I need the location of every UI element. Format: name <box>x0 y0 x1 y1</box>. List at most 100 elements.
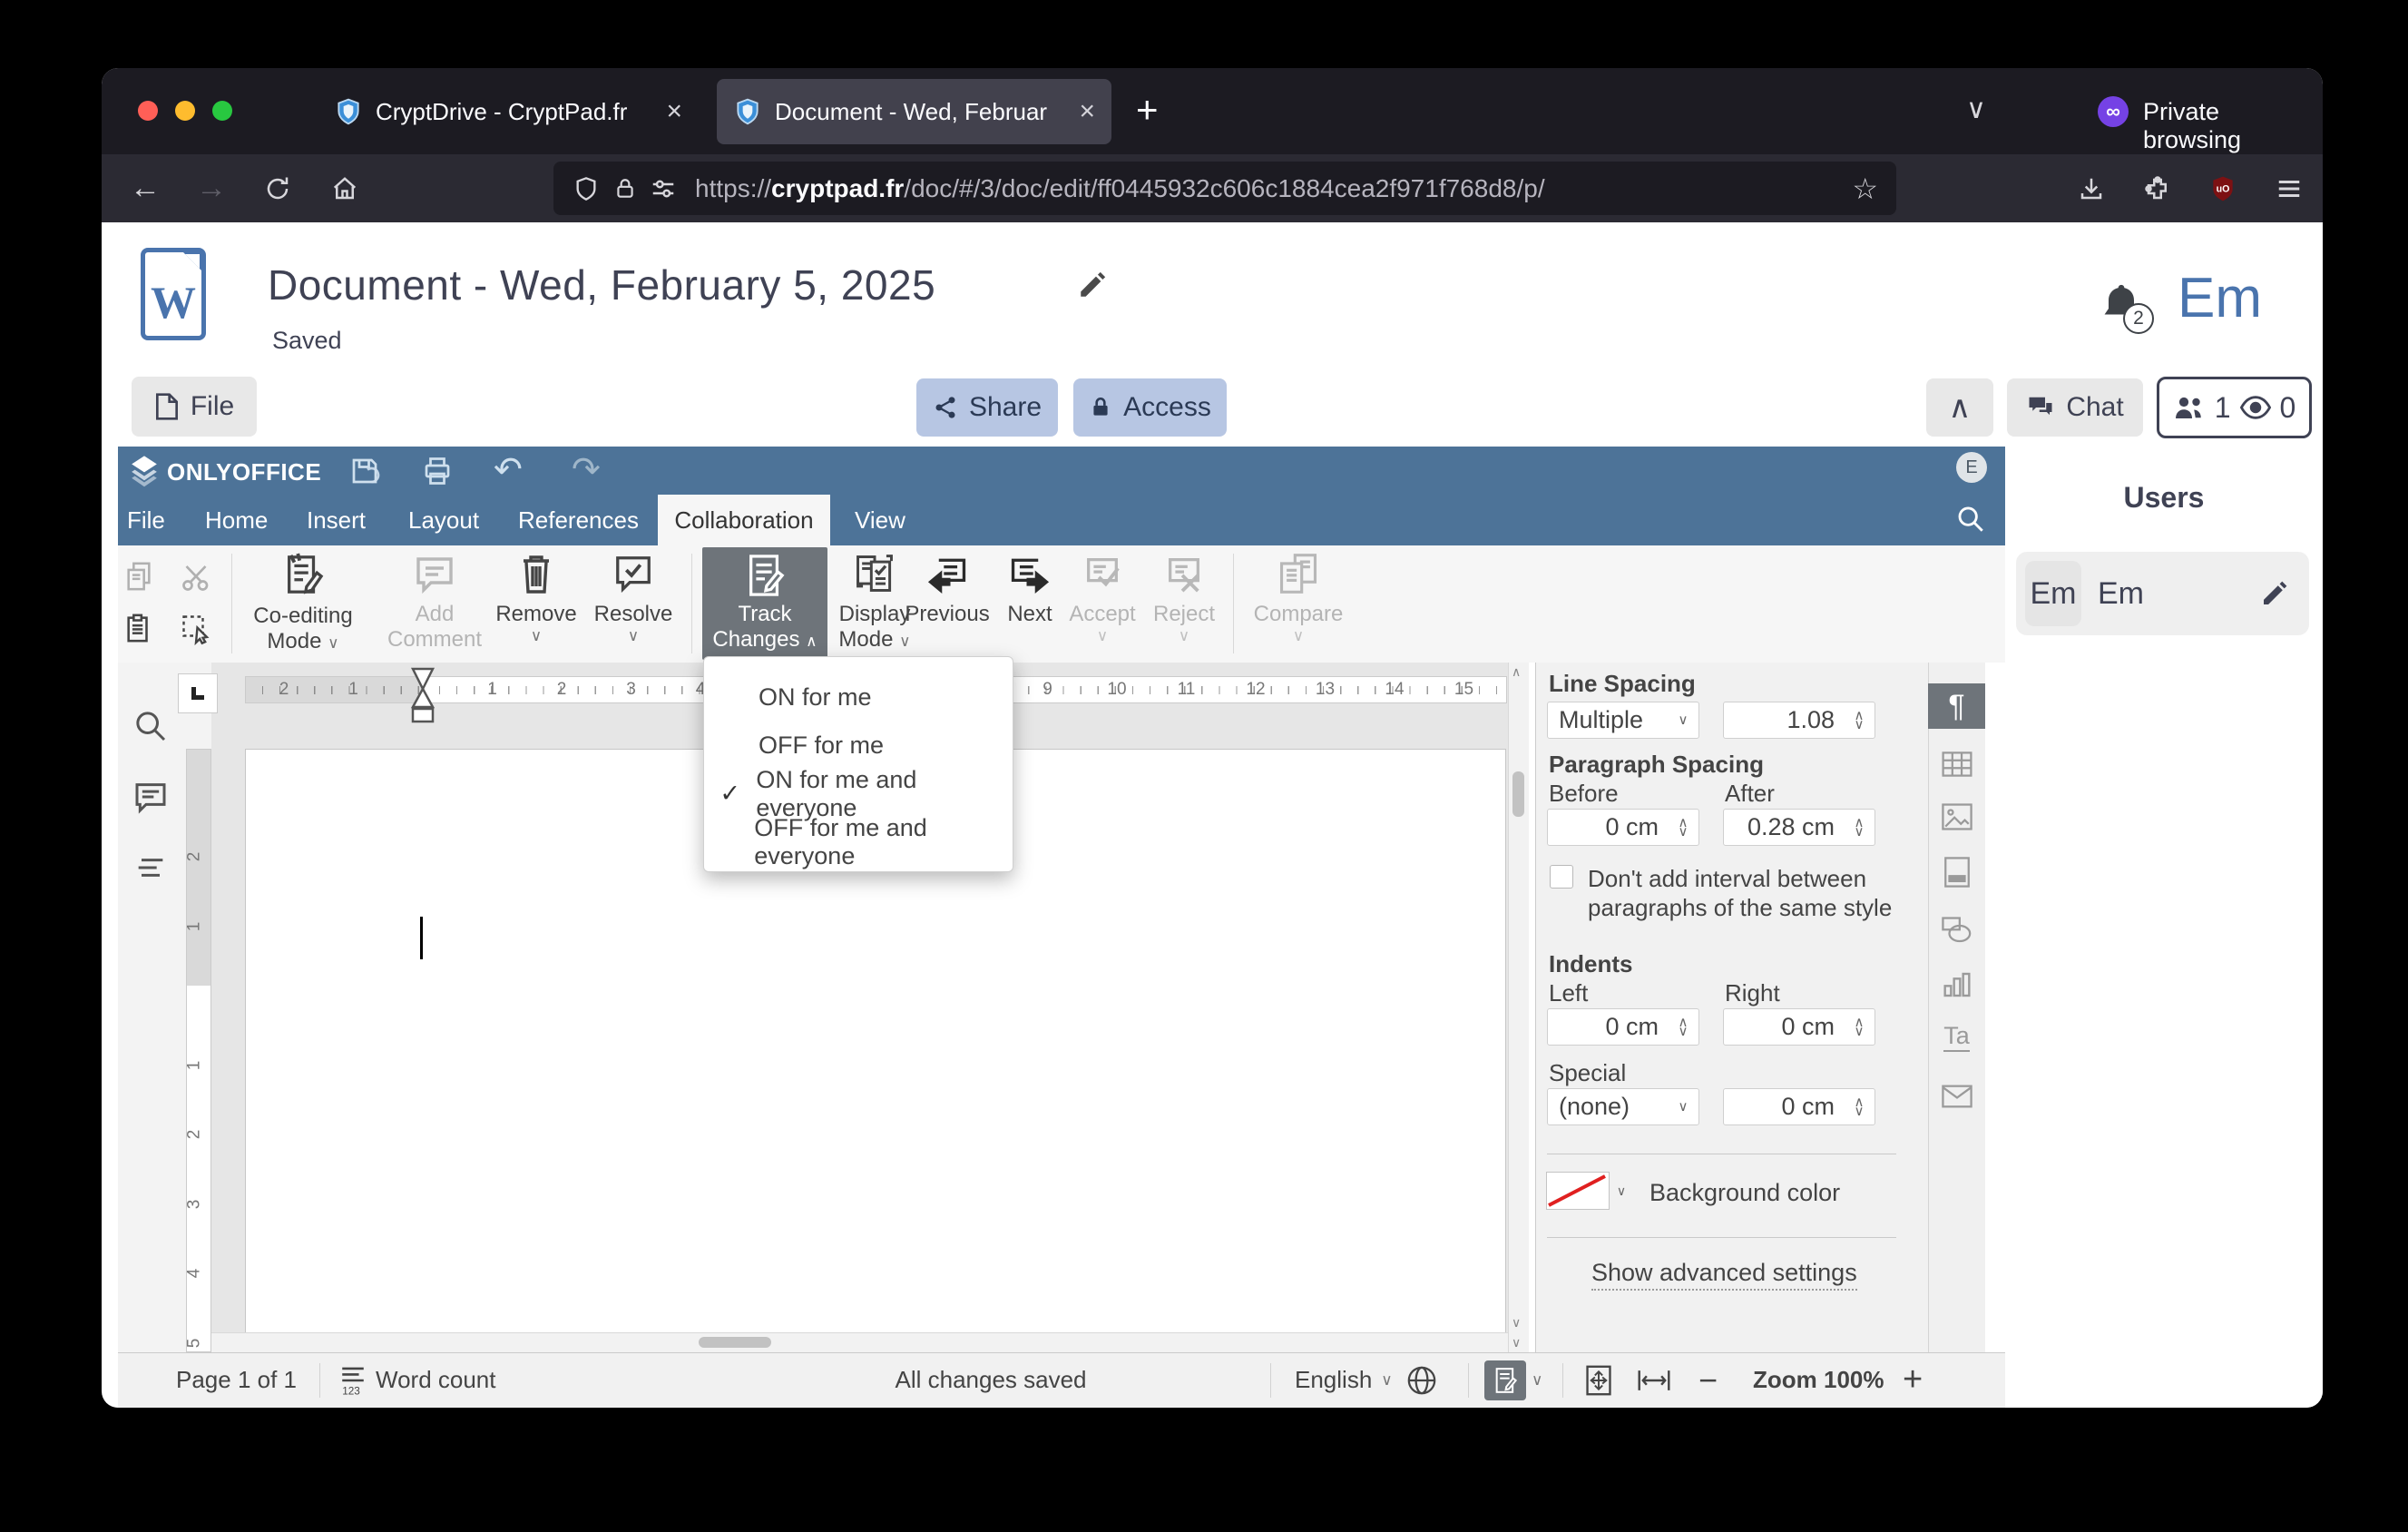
back-icon[interactable]: ← <box>124 154 166 222</box>
rename-pencil-icon[interactable] <box>1077 270 1108 300</box>
macos-minimize-button[interactable] <box>175 101 195 121</box>
ublock-icon[interactable]: uO <box>2202 154 2244 222</box>
track-changes-toggle[interactable] <box>1484 1360 1526 1400</box>
cut-icon[interactable] <box>180 561 212 594</box>
menu-tab-collaboration[interactable]: Collaboration <box>658 495 830 545</box>
extensions-puzzle-icon[interactable] <box>2137 154 2178 222</box>
menu-tab-file[interactable]: File <box>125 495 167 545</box>
menu-tab-references[interactable]: References <box>518 495 639 545</box>
home-icon[interactable] <box>324 154 366 222</box>
line-spacing-value-spinner[interactable]: 1.08 ∧ ∨ <box>1723 702 1875 739</box>
undo-icon[interactable]: ↶ <box>494 449 523 490</box>
zoom-in-button[interactable]: + <box>1903 1352 1923 1408</box>
line-spacing-select[interactable]: Multiple ∨ <box>1547 702 1699 739</box>
copy-icon[interactable] <box>123 561 154 592</box>
paragraph-settings-icon[interactable]: ¶ <box>1928 683 1985 729</box>
accept-change-button[interactable]: Accept ∨ <box>1062 551 1143 644</box>
background-color-swatch[interactable] <box>1546 1172 1610 1210</box>
page-indicator[interactable]: Page 1 of 1 <box>176 1352 297 1408</box>
compare-button[interactable]: Compare ∨ <box>1248 551 1348 644</box>
lock-icon[interactable] <box>613 177 637 201</box>
url-bar[interactable]: https://cryptpad.fr/doc/#/3/doc/edit/ff0… <box>553 162 1896 215</box>
user-count-badge[interactable]: 1 0 <box>2157 377 2312 438</box>
ruler-vertical[interactable]: 21123456 <box>184 749 211 1408</box>
vertical-scrollbar[interactable]: ∧ ∨ ∨ <box>1508 663 1529 1352</box>
url-text[interactable]: https://cryptpad.fr/doc/#/3/doc/edit/ff0… <box>695 174 1545 203</box>
permissions-icon[interactable] <box>650 175 677 202</box>
menu-tab-home[interactable]: Home <box>205 495 268 545</box>
menu-item-on-for-everyone[interactable]: ✓ ON for me and everyone <box>704 766 1013 821</box>
special-value-spinner[interactable]: 0 cm ∧ ∨ <box>1723 1088 1875 1125</box>
edit-name-pencil-icon[interactable] <box>2260 579 2289 608</box>
shield-icon[interactable] <box>573 176 599 201</box>
spacing-after-spinner[interactable]: 0.28 cm ∧ ∨ <box>1723 809 1875 846</box>
print-icon[interactable] <box>421 455 454 487</box>
indent-right-spinner[interactable]: 0 cm ∧ ∨ <box>1723 1008 1875 1046</box>
menu-item-off-for-everyone[interactable]: OFF for me and everyone <box>704 814 1013 869</box>
menu-hamburger-icon[interactable] <box>2268 154 2310 222</box>
fit-page-icon[interactable] <box>1584 1352 1613 1408</box>
tab-list-chevron-icon[interactable]: ∨ <box>1966 93 1986 125</box>
new-tab-button[interactable]: + <box>1136 88 1159 132</box>
menu-tab-layout[interactable]: Layout <box>408 495 479 545</box>
image-settings-icon[interactable] <box>1928 794 1985 840</box>
resolve-comment-button[interactable]: Resolve ∨ <box>588 551 679 644</box>
tab-cryptdrive[interactable]: CryptDrive - CryptPad.fr × <box>318 79 699 144</box>
find-icon[interactable] <box>132 708 169 744</box>
tab-stop-selector[interactable] <box>178 673 218 713</box>
zoom-out-button[interactable]: − <box>1698 1352 1718 1408</box>
headers-footers-settings-icon[interactable] <box>1928 849 1985 895</box>
mail-merge-icon[interactable] <box>1928 1074 1985 1119</box>
macos-zoom-button[interactable] <box>212 101 232 121</box>
previous-change-button[interactable]: Previous <box>904 551 991 627</box>
forward-icon[interactable]: → <box>191 154 232 222</box>
reload-icon[interactable] <box>257 154 299 222</box>
background-color-dropdown[interactable]: ∨ <box>1610 1172 1633 1210</box>
menu-tab-insert[interactable]: Insert <box>307 495 366 545</box>
access-button[interactable]: Access <box>1073 378 1227 437</box>
macos-close-button[interactable] <box>138 101 158 121</box>
special-select[interactable]: (none) ∨ <box>1547 1088 1699 1125</box>
interval-checkbox[interactable] <box>1550 865 1573 889</box>
remove-comment-button[interactable]: Remove ∨ <box>491 551 582 644</box>
editor-search-icon[interactable] <box>1955 504 1986 535</box>
share-button[interactable]: Share <box>916 378 1058 437</box>
collapse-toolbar-button[interactable]: ∧ <box>1926 378 1993 437</box>
show-advanced-settings-link[interactable]: Show advanced settings <box>1591 1259 1857 1291</box>
navigation-panel-icon[interactable] <box>132 849 169 886</box>
bookmark-star-icon[interactable]: ☆ <box>1852 172 1878 206</box>
avatar[interactable]: Em <box>2178 266 2262 330</box>
comments-panel-icon[interactable] <box>132 779 169 815</box>
tab-close-icon[interactable]: × <box>650 96 699 127</box>
table-settings-icon[interactable] <box>1928 741 1985 787</box>
downloads-icon[interactable] <box>2070 154 2112 222</box>
tab-document-active[interactable]: Document - Wed, February 5, 2 × <box>717 79 1111 144</box>
spacing-before-spinner[interactable]: 0 cm ∧ ∨ <box>1547 809 1699 846</box>
notifications-bell-icon[interactable]: 2 <box>2096 280 2154 334</box>
reject-change-button[interactable]: Reject ∨ <box>1143 551 1225 644</box>
file-menu-button[interactable]: File <box>132 377 257 437</box>
zoom-level[interactable]: Zoom 100% <box>1753 1352 1884 1408</box>
track-toggle-chevron-icon[interactable]: ∨ <box>1532 1352 1542 1408</box>
track-changes-button[interactable]: Track Changes ∧ <box>702 547 827 660</box>
indent-marker[interactable] <box>409 667 436 723</box>
indent-left-spinner[interactable]: 0 cm ∧ ∨ <box>1547 1008 1699 1046</box>
redo-icon[interactable]: ↷ <box>572 449 601 490</box>
word-count-button[interactable]: 123 Word count <box>339 1352 495 1408</box>
menu-tab-view[interactable]: View <box>855 495 905 545</box>
next-change-button[interactable]: Next <box>989 551 1071 627</box>
user-list-item[interactable]: Em Em <box>2016 552 2309 635</box>
chart-settings-icon[interactable] <box>1928 962 1985 1007</box>
horizontal-scrollbar[interactable] <box>211 1332 1508 1352</box>
shape-settings-icon[interactable] <box>1928 908 1985 953</box>
fit-width-icon[interactable] <box>1637 1352 1671 1408</box>
chat-button[interactable]: Chat <box>2007 378 2143 437</box>
document-title[interactable]: Document - Wed, February 5, 2025 <box>268 260 935 309</box>
text-art-settings-icon[interactable]: Ta <box>1928 1014 1985 1059</box>
select-all-icon[interactable] <box>180 613 212 645</box>
language-selector[interactable]: English ∨ <box>1295 1352 1393 1408</box>
menu-item-off-for-me[interactable]: OFF for me <box>704 722 1013 770</box>
spellcheck-globe-icon[interactable] <box>1406 1352 1437 1408</box>
save-icon[interactable] <box>348 455 381 487</box>
menu-item-on-for-me[interactable]: ON for me <box>704 673 1013 722</box>
